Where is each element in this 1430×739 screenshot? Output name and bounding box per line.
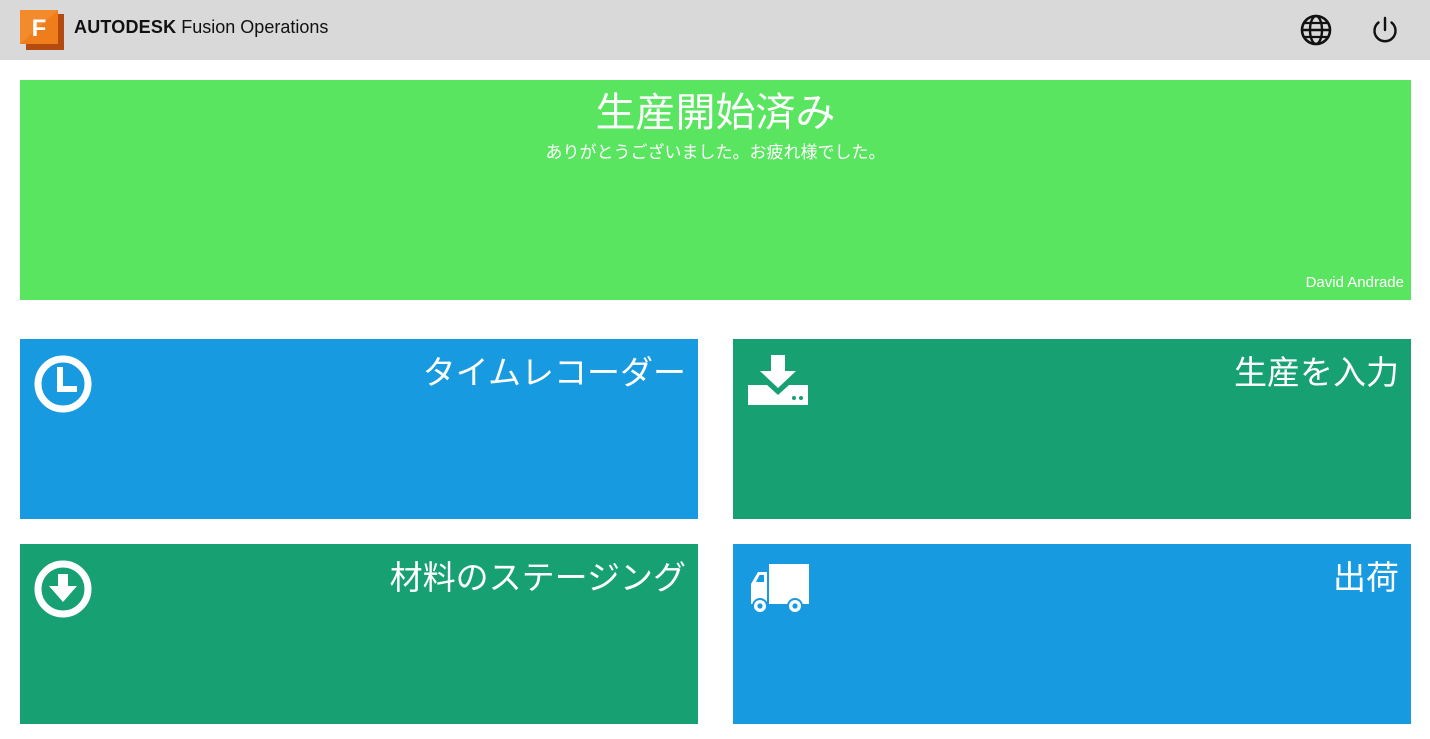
status-title: 生産開始済み [595, 90, 836, 136]
status-banner: 生産開始済み ありがとうございました。お疲れ様でした。 David Andrad… [20, 80, 1411, 300]
top-bar: F AUTODESK Fusion Operations [0, 0, 1430, 60]
status-message: ありがとうございました。お疲れ様でした。 [545, 143, 886, 163]
download-circle-icon [34, 560, 92, 618]
clock-icon [34, 355, 92, 413]
tile-label: 材料のステージング [389, 558, 686, 597]
user-name: David Andrade [1305, 274, 1404, 291]
download-tray-icon [748, 355, 808, 405]
time-recorder-tile[interactable]: タイムレコーダー [20, 339, 698, 519]
truck-icon [751, 564, 809, 614]
globe-icon[interactable] [1298, 12, 1334, 48]
power-icon[interactable] [1367, 12, 1403, 48]
fusion-logo-icon: F [20, 10, 64, 50]
product-name: Fusion Operations [181, 17, 329, 37]
tile-label: 生産を入力 [1234, 353, 1399, 392]
material-staging-tile[interactable]: 材料のステージング [20, 544, 698, 724]
logo-letter: F [32, 15, 47, 42]
brand-name: AUTODESK [74, 17, 177, 37]
app-title: AUTODESK Fusion Operations [74, 15, 328, 40]
enter-production-tile[interactable]: 生産を入力 [733, 339, 1411, 519]
tile-label: タイムレコーダー [422, 353, 686, 392]
tile-label: 出荷 [1333, 558, 1399, 597]
shipping-tile[interactable]: 出荷 [733, 544, 1411, 724]
